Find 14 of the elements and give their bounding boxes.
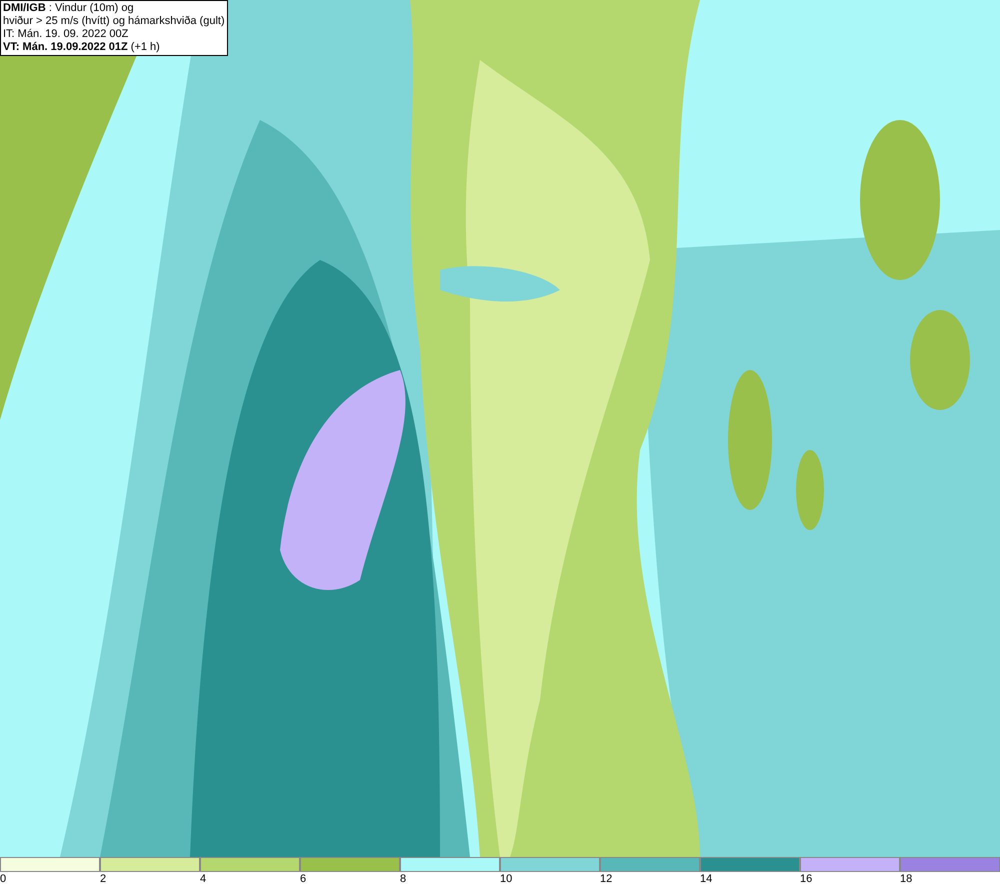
- legend-tick-label: 12: [600, 872, 612, 887]
- info-text: VT: Mán. 19.09.2022 01Z (+1 h): [3, 41, 161, 54]
- legend-tick-label: 16: [800, 872, 812, 887]
- info-text: hviður > 25 m/s (hvítt) og hámarkshviða (gult): [3, 15, 225, 28]
- info-text: IT: Mán. 19. 09. 2022 00Z: [3, 28, 130, 41]
- legend-tick-label: 8: [400, 872, 406, 887]
- legend-tick-label: 0: [0, 872, 6, 887]
- legend-tick-label: 6: [300, 872, 306, 887]
- legend-tick-label: 4: [200, 872, 206, 887]
- legend-tick-label: 18: [900, 872, 912, 887]
- legend-tick-label: 2: [100, 872, 106, 887]
- info-text: DMI/IGB : Vindur (10m) og: [3, 2, 135, 15]
- legend-tick-label: 10: [500, 872, 512, 887]
- legend-tick-label: 14: [700, 872, 712, 887]
